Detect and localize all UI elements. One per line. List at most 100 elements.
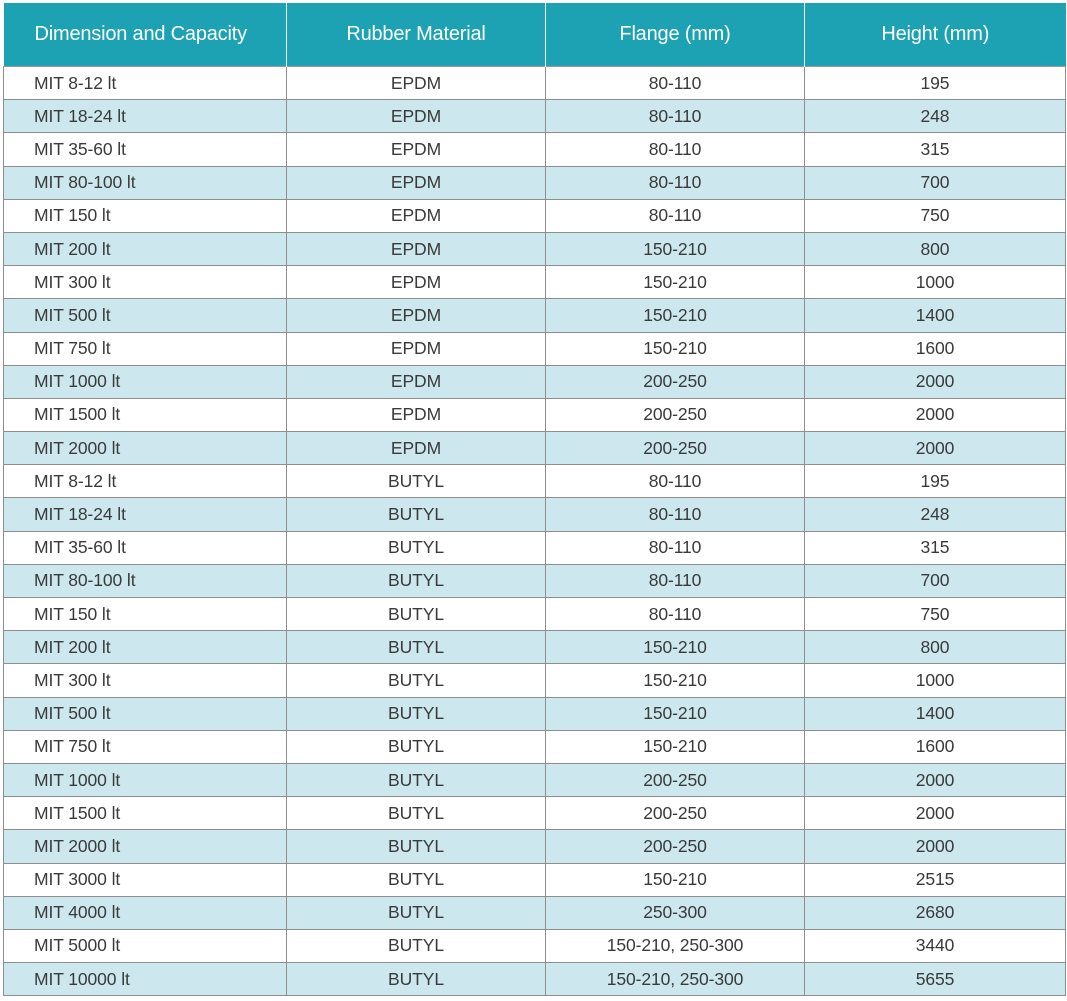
- cell-height: 800: [804, 630, 1066, 665]
- cell-height: 315: [804, 530, 1066, 565]
- cell-height: 2000: [804, 762, 1066, 798]
- cell-rubber-material: BUTYL: [286, 796, 546, 831]
- table-row: MIT 80-100 lt EPDM 80-110 700: [3, 165, 1066, 200]
- table-row: MIT 35-60 lt EPDM 80-110 315: [3, 132, 1066, 167]
- cell-rubber-material: BUTYL: [286, 895, 546, 930]
- table-row: MIT 500 lt BUTYL 150-210 1400: [3, 696, 1066, 731]
- table-row: MIT 500 lt EPDM 150-210 1400: [3, 298, 1066, 333]
- cell-rubber-material: EPDM: [286, 231, 546, 267]
- cell-dimension-capacity: MIT 200 lt: [3, 231, 287, 267]
- spec-table: Dimension and Capacity Rubber Material F…: [3, 3, 1066, 997]
- cell-flange: 150-210, 250-300: [545, 928, 805, 964]
- cell-dimension-capacity: MIT 2000 lt: [3, 431, 287, 466]
- cell-flange: 200-250: [545, 796, 805, 831]
- header-dimension-capacity: Dimension and Capacity: [3, 3, 287, 67]
- cell-rubber-material: EPDM: [286, 364, 546, 399]
- table-row: MIT 10000 lt BUTYL 150-210, 250-300 5655: [3, 962, 1066, 997]
- table-row: MIT 750 lt EPDM 150-210 1600: [3, 331, 1066, 366]
- cell-dimension-capacity: MIT 300 lt: [3, 265, 287, 300]
- cell-rubber-material: BUTYL: [286, 630, 546, 665]
- cell-rubber-material: EPDM: [286, 397, 546, 433]
- cell-height: 248: [804, 99, 1066, 134]
- table-row: MIT 2000 lt EPDM 200-250 2000: [3, 431, 1066, 466]
- cell-flange: 200-250: [545, 762, 805, 798]
- cell-dimension-capacity: MIT 150 lt: [3, 198, 287, 233]
- cell-flange: 200-250: [545, 397, 805, 433]
- cell-dimension-capacity: MIT 10000 lt: [3, 962, 287, 997]
- cell-height: 750: [804, 596, 1066, 632]
- table-row: MIT 300 lt EPDM 150-210 1000: [3, 265, 1066, 300]
- cell-rubber-material: BUTYL: [286, 962, 546, 997]
- cell-flange: 80-110: [545, 65, 805, 101]
- cell-flange: 150-210, 250-300: [545, 962, 805, 997]
- cell-dimension-capacity: MIT 4000 lt: [3, 895, 287, 930]
- cell-dimension-capacity: MIT 8-12 lt: [3, 65, 287, 101]
- cell-dimension-capacity: MIT 1000 lt: [3, 364, 287, 399]
- cell-height: 700: [804, 563, 1066, 599]
- cell-dimension-capacity: MIT 8-12 lt: [3, 464, 287, 499]
- cell-flange: 150-210: [545, 231, 805, 267]
- table-row: MIT 80-100 lt BUTYL 80-110 700: [3, 563, 1066, 599]
- table-row: MIT 1000 lt EPDM 200-250 2000: [3, 364, 1066, 399]
- cell-flange: 80-110: [545, 563, 805, 599]
- table-row: MIT 150 lt BUTYL 80-110 750: [3, 596, 1066, 632]
- cell-dimension-capacity: MIT 750 lt: [3, 331, 287, 366]
- cell-rubber-material: EPDM: [286, 431, 546, 466]
- cell-rubber-material: BUTYL: [286, 663, 546, 698]
- cell-flange: 150-210: [545, 663, 805, 698]
- cell-rubber-material: EPDM: [286, 65, 546, 101]
- cell-height: 750: [804, 198, 1066, 233]
- cell-flange: 200-250: [545, 829, 805, 864]
- cell-height: 315: [804, 132, 1066, 167]
- table-row: MIT 5000 lt BUTYL 150-210, 250-300 3440: [3, 928, 1066, 964]
- header-rubber-material: Rubber Material: [286, 3, 546, 67]
- cell-height: 3440: [804, 928, 1066, 964]
- cell-flange: 80-110: [545, 464, 805, 499]
- header-row: Dimension and Capacity Rubber Material F…: [3, 3, 1066, 67]
- cell-height: 248: [804, 497, 1066, 532]
- cell-dimension-capacity: MIT 300 lt: [3, 663, 287, 698]
- cell-flange: 80-110: [545, 99, 805, 134]
- cell-height: 2000: [804, 431, 1066, 466]
- cell-height: 2680: [804, 895, 1066, 930]
- cell-dimension-capacity: MIT 5000 lt: [3, 928, 287, 964]
- cell-dimension-capacity: MIT 18-24 lt: [3, 99, 287, 134]
- cell-rubber-material: EPDM: [286, 99, 546, 134]
- cell-flange: 250-300: [545, 895, 805, 930]
- cell-flange: 200-250: [545, 364, 805, 399]
- header-height: Height (mm): [804, 3, 1066, 67]
- cell-dimension-capacity: MIT 80-100 lt: [3, 165, 287, 200]
- cell-rubber-material: EPDM: [286, 265, 546, 300]
- cell-dimension-capacity: MIT 500 lt: [3, 696, 287, 731]
- cell-height: 1600: [804, 331, 1066, 366]
- cell-height: 700: [804, 165, 1066, 200]
- table-header: Dimension and Capacity Rubber Material F…: [3, 3, 1066, 67]
- cell-rubber-material: EPDM: [286, 132, 546, 167]
- cell-dimension-capacity: MIT 200 lt: [3, 630, 287, 665]
- cell-dimension-capacity: MIT 80-100 lt: [3, 563, 287, 599]
- table-row: MIT 200 lt EPDM 150-210 800: [3, 231, 1066, 267]
- table-row: MIT 1500 lt BUTYL 200-250 2000: [3, 796, 1066, 831]
- cell-flange: 80-110: [545, 132, 805, 167]
- cell-height: 800: [804, 231, 1066, 267]
- table-row: MIT 18-24 lt BUTYL 80-110 248: [3, 497, 1066, 532]
- table-row: MIT 18-24 lt EPDM 80-110 248: [3, 99, 1066, 134]
- cell-height: 1400: [804, 696, 1066, 731]
- cell-height: 1600: [804, 729, 1066, 764]
- cell-rubber-material: BUTYL: [286, 762, 546, 798]
- cell-dimension-capacity: MIT 1000 lt: [3, 762, 287, 798]
- cell-dimension-capacity: MIT 35-60 lt: [3, 132, 287, 167]
- cell-dimension-capacity: MIT 750 lt: [3, 729, 287, 764]
- table-row: MIT 750 lt BUTYL 150-210 1600: [3, 729, 1066, 764]
- cell-rubber-material: BUTYL: [286, 563, 546, 599]
- cell-height: 1000: [804, 663, 1066, 698]
- table-row: MIT 1000 lt BUTYL 200-250 2000: [3, 762, 1066, 798]
- cell-flange: 150-210: [545, 696, 805, 731]
- cell-flange: 80-110: [545, 165, 805, 200]
- cell-flange: 150-210: [545, 729, 805, 764]
- cell-flange: 80-110: [545, 530, 805, 565]
- table-row: MIT 2000 lt BUTYL 200-250 2000: [3, 829, 1066, 864]
- cell-rubber-material: EPDM: [286, 298, 546, 333]
- cell-dimension-capacity: MIT 2000 lt: [3, 829, 287, 864]
- table-row: MIT 8-12 lt EPDM 80-110 195: [3, 65, 1066, 101]
